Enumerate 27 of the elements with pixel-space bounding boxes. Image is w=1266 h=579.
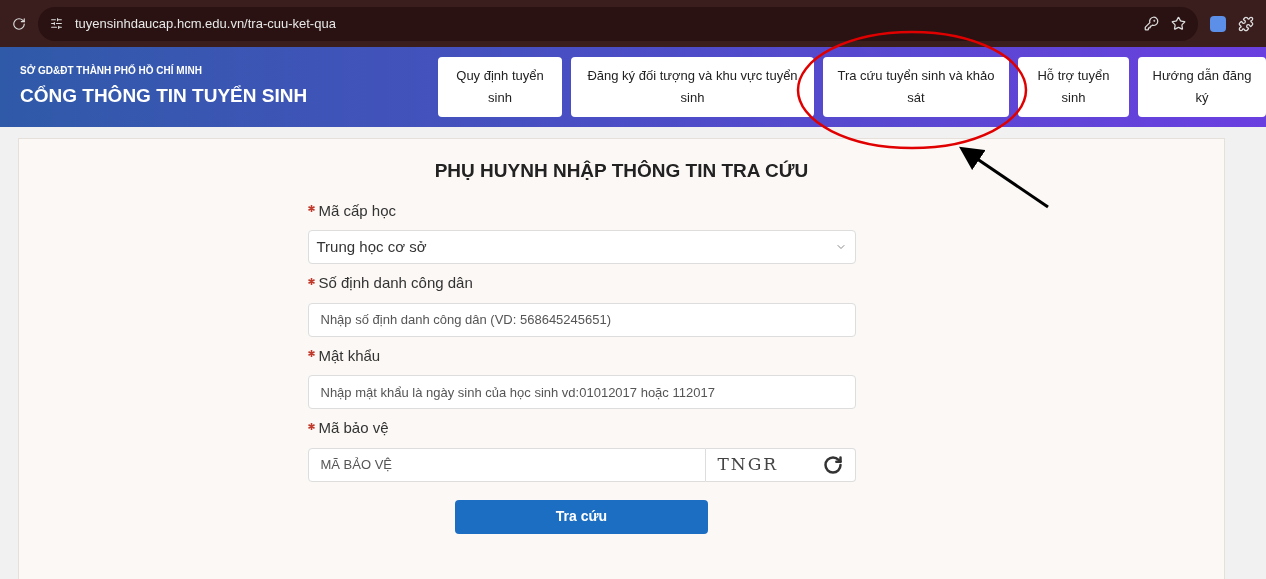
field-label: Mã cấp học <box>318 200 397 221</box>
field-label: Mã bảo vệ <box>318 418 389 438</box>
header-title: CỔNG THÔNG TIN TUYỂN SINH <box>20 84 309 109</box>
reload-icon[interactable] <box>12 16 26 31</box>
captcha-text: TNGR <box>717 452 779 476</box>
level-select[interactable]: Trung học cơ sở <box>307 230 856 264</box>
form-title: PHỤ HUYNH NHẬP THÔNG TIN TRA CỨU <box>434 159 809 183</box>
star-icon[interactable] <box>1171 16 1186 31</box>
translate-icon[interactable] <box>1210 15 1226 32</box>
site-settings-icon[interactable] <box>50 17 63 30</box>
input-field[interactable]: Nhập mật khẩu là ngày sinh của học sinh vd:01012017 hoặc 112017 <box>307 375 856 409</box>
refresh-icon[interactable] <box>822 454 843 475</box>
search-button[interactable]: Tra cứu <box>455 499 708 534</box>
address-bar[interactable]: tuyensinhdaucap.hcm.edu.vn/tra-cuu-ket-qua <box>38 6 1198 41</box>
nav-tab[interactable]: Hướng dẫn đăng ký <box>1138 57 1266 117</box>
nav-tab[interactable]: Tra cứu tuyển sinh và khảo sát <box>823 57 1009 117</box>
nav-tab[interactable]: Đăng ký đối tượng và khu vực tuyển sinh <box>571 57 814 117</box>
url-text: tuyensinhdaucap.hcm.edu.vn/tra-cuu-ket-qua <box>75 14 336 33</box>
input-field[interactable]: Nhập số định danh công dân (VD: 568645245651) <box>307 302 856 337</box>
captcha-input[interactable]: MÃ BẢO VỆ <box>307 447 706 482</box>
field-label: Số định danh công dân <box>318 273 473 293</box>
nav-tab[interactable]: Quy định tuyển sinh <box>438 57 562 117</box>
field-label: Mật khẩu <box>318 345 381 366</box>
extension-icon[interactable] <box>1238 15 1254 32</box>
nav-tab[interactable]: Hỗ trợ tuyển sinh <box>1018 57 1129 117</box>
header-subtitle: SỞ GD&ĐT THÀNH PHỐ HỒ CHÍ MINH <box>20 63 203 79</box>
key-icon[interactable] <box>1144 16 1159 31</box>
